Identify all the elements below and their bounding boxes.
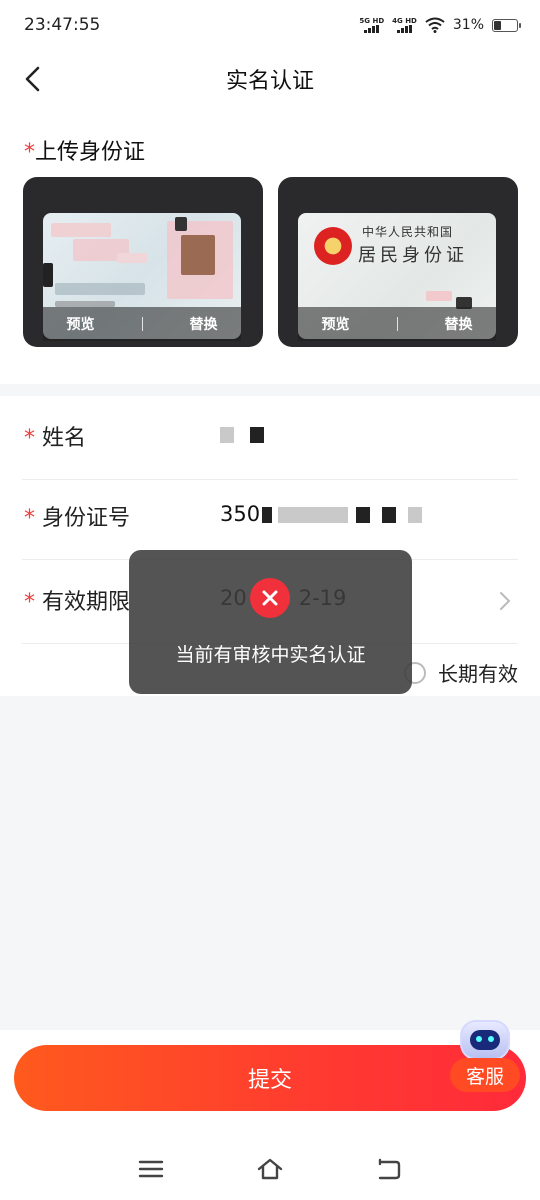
customer-service-label: 客服 (450, 1058, 520, 1092)
id-card-front-image[interactable]: 预览 替换 (23, 177, 263, 347)
title-bar: 实名认证 (0, 50, 540, 108)
signal-5g-icon: 5G HD (359, 17, 384, 33)
customer-service-button[interactable]: 客服 (450, 1018, 520, 1094)
long-term-option[interactable]: 长期有效 (404, 658, 518, 687)
national-emblem-icon (314, 227, 352, 265)
front-preview-button[interactable]: 预览 (67, 314, 95, 334)
id-number-label: * 身份证号 (24, 506, 131, 531)
back-icon[interactable] (374, 1154, 404, 1184)
battery-percent: 31% (452, 17, 484, 33)
id-upload-section: *上传身份证 预览 替换 中华人民共和国 居民身份证 预览 替换 (0, 108, 540, 384)
wifi-icon (425, 17, 445, 33)
status-bar: 23:47:55 5G HD 4G HD 31% (0, 0, 540, 50)
status-icons: 5G HD 4G HD 31% (359, 17, 521, 33)
toast-message: 当前有审核中实名认证 (175, 644, 366, 666)
front-card-actions: 预览 替换 (43, 307, 241, 341)
menu-icon[interactable] (136, 1154, 166, 1184)
divider (396, 317, 398, 331)
id-number-row: * 身份证号 350 (0, 476, 540, 560)
validity-label: * 有效期限 (24, 590, 131, 615)
name-label: * 姓名 (24, 426, 87, 451)
id-card-back-image[interactable]: 中华人民共和国 居民身份证 预览 替换 (278, 177, 518, 347)
id-number-field[interactable]: 350 (220, 502, 423, 526)
back-preview-button[interactable]: 预览 (322, 314, 350, 334)
robot-icon (460, 1020, 510, 1060)
card-country-text: 中华人民共和国 (362, 225, 454, 239)
upload-title: *上传身份证 (24, 140, 146, 165)
required-mark: * (24, 140, 35, 165)
signal-4g-icon: 4G HD (392, 17, 417, 33)
error-toast: 当前有审核中实名认证 (129, 550, 412, 694)
back-card-actions: 预览 替换 (298, 307, 496, 341)
long-term-label: 长期有效 (438, 662, 518, 686)
system-navigation-bar (0, 1140, 540, 1200)
back-replace-button[interactable]: 替换 (445, 314, 473, 334)
chevron-left-icon[interactable] (20, 62, 50, 96)
front-replace-button[interactable]: 替换 (190, 314, 218, 334)
close-circle-icon (250, 578, 290, 618)
divider (141, 317, 143, 331)
name-field[interactable] (220, 422, 264, 446)
card-title-text: 居民身份证 (358, 245, 468, 266)
battery-icon (492, 18, 521, 32)
chevron-right-icon[interactable] (498, 590, 512, 612)
name-row: * 姓名 (0, 396, 540, 480)
page-title: 实名认证 (225, 69, 314, 94)
home-icon[interactable] (255, 1154, 285, 1184)
status-time: 23:47:55 (24, 15, 101, 35)
